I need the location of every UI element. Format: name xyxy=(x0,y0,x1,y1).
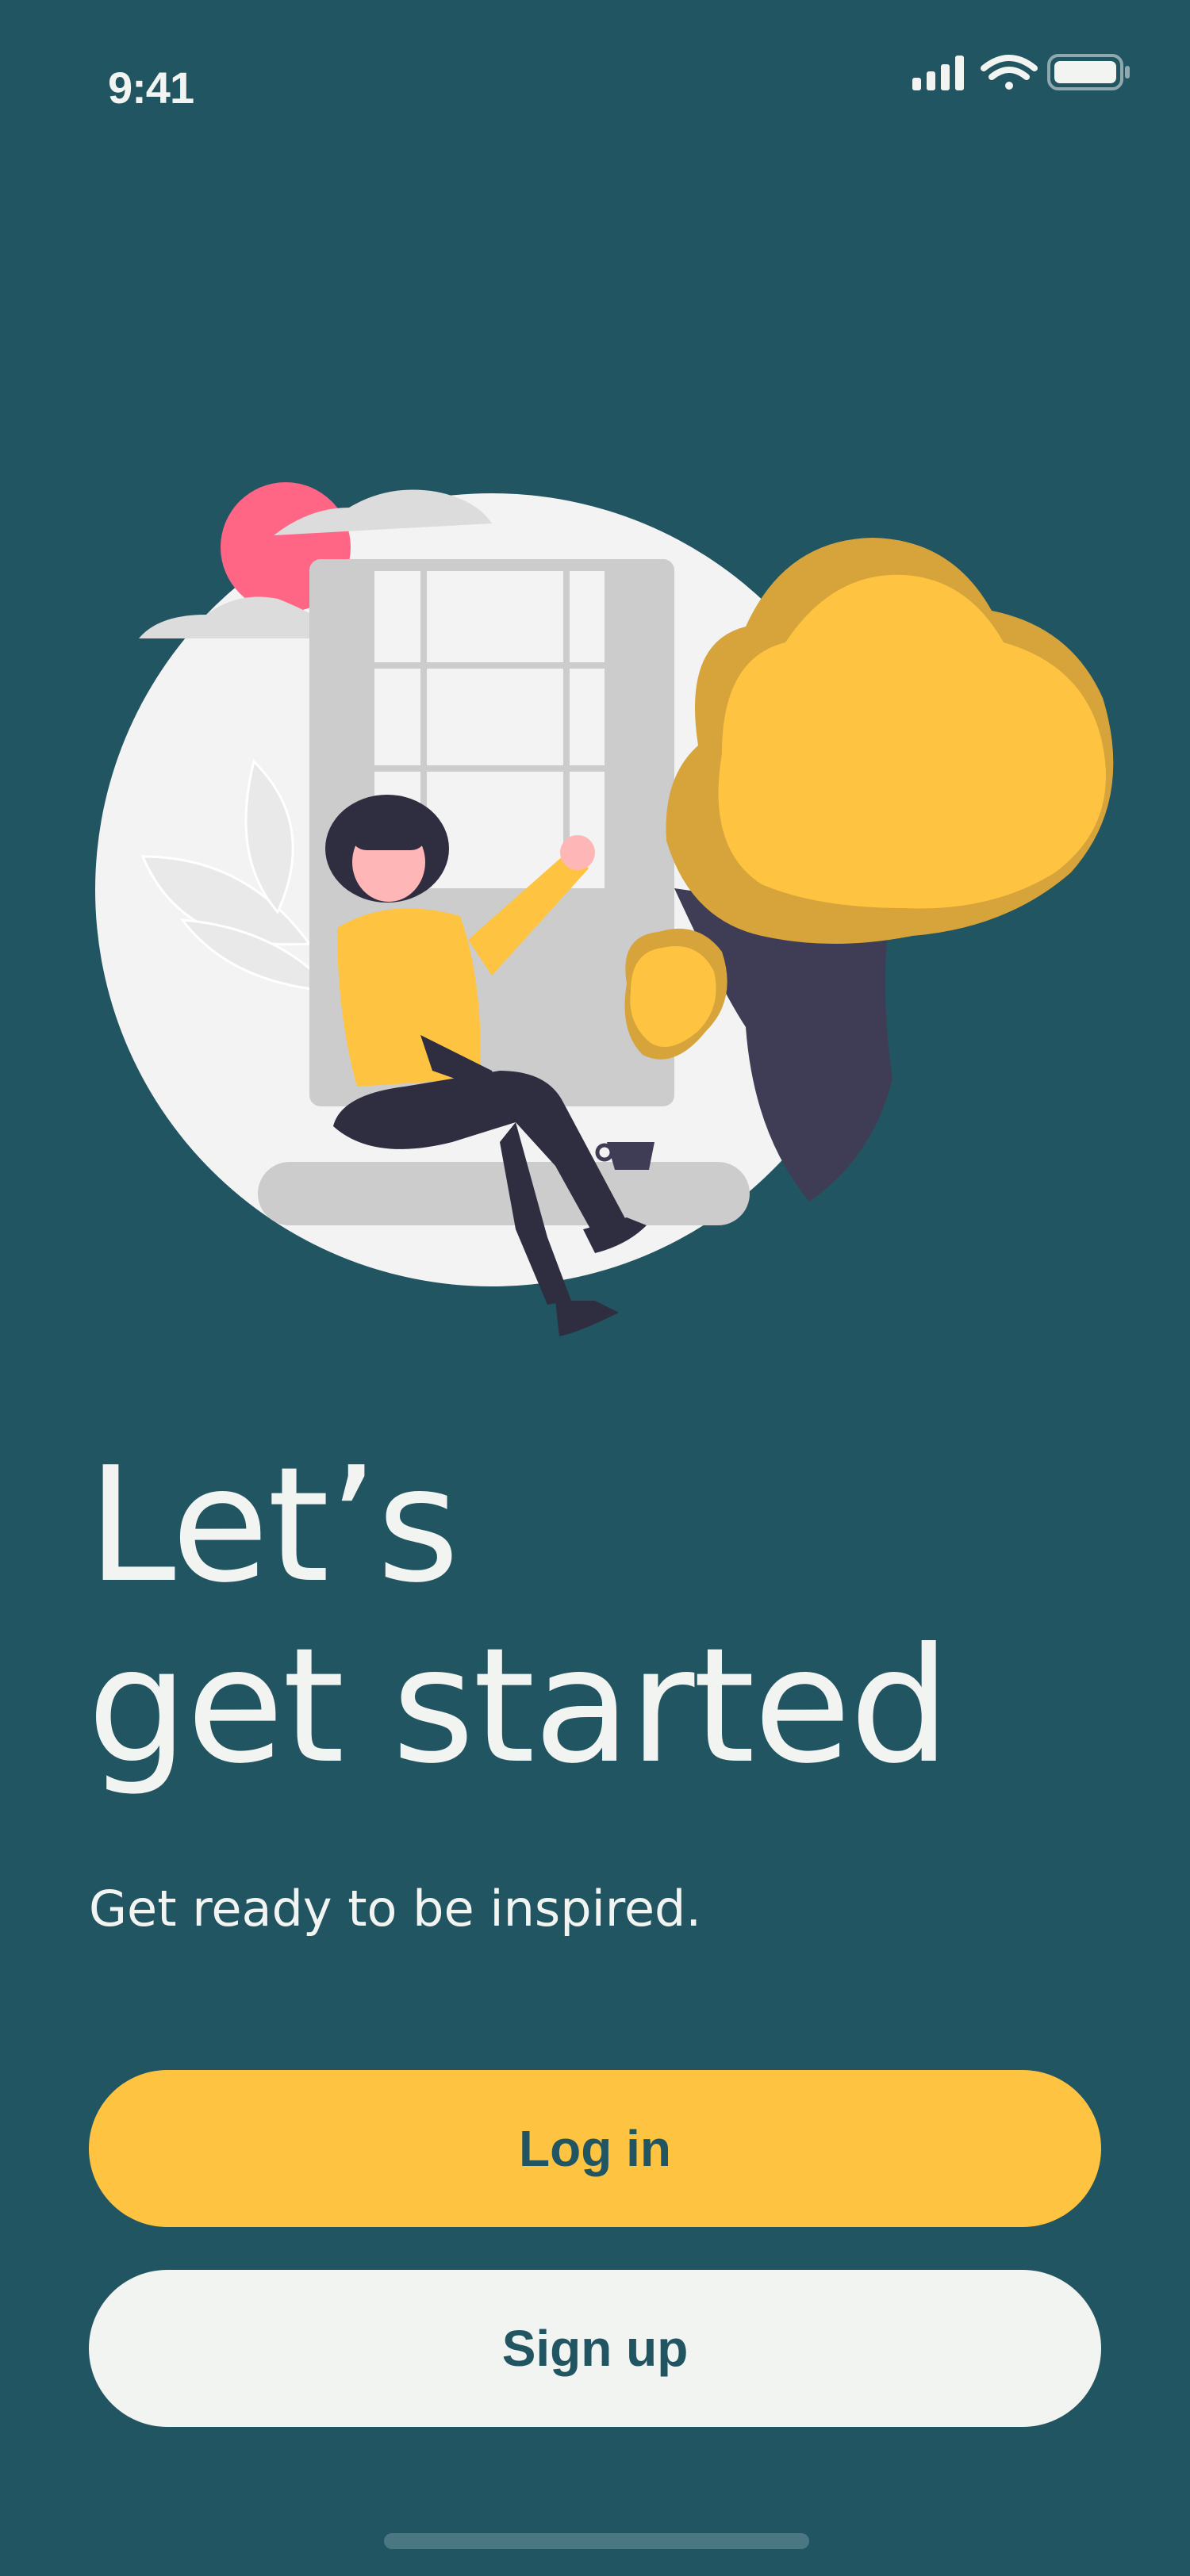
status-icons xyxy=(912,54,1130,90)
login-button[interactable]: Log in xyxy=(89,2070,1101,2227)
status-bar: 9:41 xyxy=(0,0,1190,174)
subtitle: Get ready to be inspired. xyxy=(89,1880,702,1938)
status-time: 9:41 xyxy=(108,63,194,113)
battery-icon xyxy=(1047,54,1130,90)
title-line-2: get started xyxy=(87,1614,950,1799)
woman-sitting-on-window-ledge-illustration xyxy=(95,482,1114,1336)
wifi-icon xyxy=(981,55,1038,90)
title-line-1: Let’s xyxy=(87,1433,459,1618)
home-indicator xyxy=(384,2533,809,2549)
page-title: Let’s get started xyxy=(87,1436,1119,1797)
cellular-signal-icon xyxy=(912,56,964,90)
signup-button[interactable]: Sign up xyxy=(89,2270,1101,2427)
